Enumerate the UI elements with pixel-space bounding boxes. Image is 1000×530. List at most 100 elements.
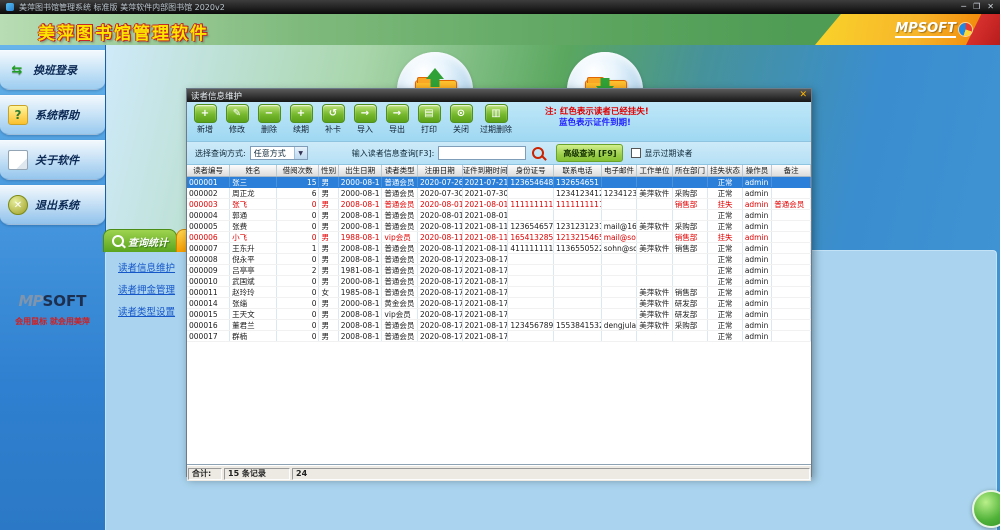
column-header[interactable]: 电子邮件 bbox=[601, 165, 637, 177]
dialog-toolbar: 注: 红色表示读者已经挂失! 蓝色表示证件到期! + 新增 ✎ 修改 − 删除 … bbox=[187, 102, 811, 142]
table-cell bbox=[672, 177, 708, 188]
table-cell: 2021-08-01 bbox=[462, 199, 508, 210]
show-expired-checkbox[interactable]: 显示过期读者 bbox=[631, 148, 692, 159]
table-cell: 赵玲玲 bbox=[230, 287, 277, 298]
checkbox-box[interactable] bbox=[631, 148, 641, 158]
column-header[interactable]: 工作单位 bbox=[637, 165, 673, 177]
table-cell: 正常 bbox=[708, 276, 743, 287]
toolbar-button-过期删除[interactable]: ▥ 过期删除 bbox=[480, 104, 512, 135]
table-cell: 000004 bbox=[187, 210, 230, 221]
toolbar-button-补卡[interactable]: ↺ 补卡 bbox=[320, 104, 346, 135]
table-cell: 2000-08-1 bbox=[338, 298, 382, 309]
column-header[interactable]: 性别 bbox=[319, 165, 338, 177]
table-cell: 123654657981 bbox=[508, 221, 554, 232]
toolbar-button-打印[interactable]: ▤ 打印 bbox=[416, 104, 442, 135]
table-cell: 2000-08-1 bbox=[338, 276, 382, 287]
table-cell bbox=[772, 276, 811, 287]
table-cell: 2023-08-17 bbox=[462, 254, 508, 265]
restore-button[interactable]: ❐ bbox=[973, 1, 980, 13]
checkbox-label: 显示过期读者 bbox=[644, 148, 692, 159]
toolbar-button-删除[interactable]: − 删除 bbox=[256, 104, 282, 135]
column-header[interactable]: 证件到期时间 bbox=[462, 165, 508, 177]
column-header[interactable]: 姓名 bbox=[230, 165, 277, 177]
table-cell: 2020-08-17 bbox=[417, 254, 462, 265]
table-row[interactable]: 000016董君兰0男2008-08-1普通会员2020-08-172021-0… bbox=[187, 320, 811, 331]
table-row[interactable]: 000001张三15男2000-08-1普通会员2020-07-262021-0… bbox=[187, 177, 811, 188]
table-cell: 销售部 bbox=[672, 232, 708, 243]
column-header[interactable]: 联系电话 bbox=[554, 165, 602, 177]
sidebar-button-exit-system[interactable]: ✕ 退出系统 bbox=[0, 185, 105, 225]
table-cell: 132654651 bbox=[554, 177, 602, 188]
sidebar-button-shift-login[interactable]: ⇆ 换班登录 bbox=[0, 50, 105, 90]
table-cell: 121321546546 bbox=[554, 232, 602, 243]
table-cell bbox=[554, 265, 602, 276]
table-row[interactable]: 000009吕亭亭2男1981-08-1普通会员2020-08-172021-0… bbox=[187, 265, 811, 276]
reader-search-input[interactable] bbox=[438, 146, 526, 160]
table-cell: 0 bbox=[276, 331, 319, 342]
table-cell: 男 bbox=[319, 254, 338, 265]
dialog-title: 读者信息维护 bbox=[191, 90, 242, 102]
table-cell: 正常 bbox=[708, 298, 743, 309]
toolbar-button-导入[interactable]: → 导入 bbox=[352, 104, 378, 135]
table-cell bbox=[601, 210, 637, 221]
tab-query-stats[interactable]: 查询统计 bbox=[103, 229, 177, 252]
column-header[interactable]: 身份证号 bbox=[508, 165, 554, 177]
toolbar-button-续期[interactable]: + 续期 bbox=[288, 104, 314, 135]
table-cell: 吕亭亭 bbox=[230, 265, 277, 276]
close-dialog-button[interactable]: ✕ bbox=[799, 90, 807, 101]
sidebar-button-about-software[interactable]: 关于软件 bbox=[0, 140, 105, 180]
toolbar-button-修改[interactable]: ✎ 修改 bbox=[224, 104, 250, 135]
brand-logo: MPSOFT bbox=[895, 21, 972, 38]
toolbar-button-关闭[interactable]: ⊙ 关闭 bbox=[448, 104, 474, 135]
table-cell: 美萍软件 bbox=[637, 298, 673, 309]
table-cell: 12312312312 bbox=[554, 221, 602, 232]
table-row[interactable]: 000004郭通0男2008-08-1普通会员2020-08-012021-08… bbox=[187, 210, 811, 221]
column-header[interactable]: 出生日期 bbox=[338, 165, 382, 177]
search-icon[interactable] bbox=[532, 147, 544, 159]
table-row[interactable]: 000005张费0男2000-08-1普通会员2020-08-112021-08… bbox=[187, 221, 811, 232]
table-cell: 男 bbox=[319, 331, 338, 342]
toolbar-button-新增[interactable]: + 新增 bbox=[192, 104, 218, 135]
column-header[interactable]: 读者编号 bbox=[187, 165, 230, 177]
table-row[interactable]: 000014张缁0男2000-08-1黄金会员2020-08-172021-08… bbox=[187, 298, 811, 309]
table-row[interactable]: 000017群楠0男2008-08-1普通会员2020-08-172021-08… bbox=[187, 331, 811, 342]
table-cell: 周正龙 bbox=[230, 188, 277, 199]
sidebar-buttons: ⇆ 换班登录 ? 系统帮助 关于软件 ✕ 退出系统 bbox=[0, 50, 105, 225]
table-cell bbox=[554, 309, 602, 320]
column-header[interactable]: 读者类型 bbox=[382, 165, 418, 177]
table-cell: 2020-08-11 bbox=[417, 221, 462, 232]
table-cell: 男 bbox=[319, 298, 338, 309]
query-mode-select[interactable]: 任意方式 ▼ bbox=[250, 146, 308, 160]
table-cell bbox=[554, 254, 602, 265]
sidebar-button-system-help[interactable]: ? 系统帮助 bbox=[0, 95, 105, 135]
table-row[interactable]: 000003张飞0男2008-08-1普通会员2020-08-012021-08… bbox=[187, 199, 811, 210]
column-header[interactable]: 借阅次数 bbox=[276, 165, 319, 177]
column-header[interactable]: 备注 bbox=[772, 165, 811, 177]
table-cell: 张缁 bbox=[230, 298, 277, 309]
sidebar-button-label: 关于软件 bbox=[35, 152, 79, 168]
table-row[interactable]: 000015王天文0男2008-08-1vip会员2020-08-172021-… bbox=[187, 309, 811, 320]
table-cell: admin bbox=[742, 199, 771, 210]
toolbar-button-导出[interactable]: → 导出 bbox=[384, 104, 410, 135]
table-cell: 2020-08-17 bbox=[417, 298, 462, 309]
table-cell bbox=[601, 265, 637, 276]
table-row[interactable]: 000011赵玲玲0女1985-08-1普通会员2020-08-172021-0… bbox=[187, 287, 811, 298]
advanced-query-button[interactable]: 高级查询 [F9] bbox=[556, 144, 623, 162]
column-header[interactable]: 注册日期 bbox=[417, 165, 462, 177]
table-cell: 研发部 bbox=[672, 309, 708, 320]
sidebar-brand-logo: MPSOFT bbox=[0, 291, 105, 310]
table-cell: 2021-08-17 bbox=[462, 320, 508, 331]
table-row[interactable]: 000006小飞0男1988-08-1vip会员2020-08-112021-0… bbox=[187, 232, 811, 243]
column-header[interactable]: 操作员 bbox=[742, 165, 771, 177]
table-row[interactable]: 000010武国斌0男2000-08-1普通会员2020-08-172021-0… bbox=[187, 276, 811, 287]
column-header[interactable]: 所在部门 bbox=[672, 165, 708, 177]
close-button[interactable]: ✕ bbox=[987, 1, 994, 13]
table-row[interactable]: 000007王东升1男2008-08-1普通会员2020-08-112021-0… bbox=[187, 243, 811, 254]
table-row[interactable]: 000008倪永平0男2008-08-1普通会员2020-08-172023-0… bbox=[187, 254, 811, 265]
table-cell: admin bbox=[742, 221, 771, 232]
table-row[interactable]: 000002周正龙6男2000-08-1普通会员2020-07-302021-0… bbox=[187, 188, 811, 199]
table-cell: admin bbox=[742, 232, 771, 243]
column-header[interactable]: 挂失状态 bbox=[708, 165, 743, 177]
minimize-button[interactable]: ─ bbox=[961, 1, 966, 13]
table-cell: 2008-08-1 bbox=[338, 199, 382, 210]
